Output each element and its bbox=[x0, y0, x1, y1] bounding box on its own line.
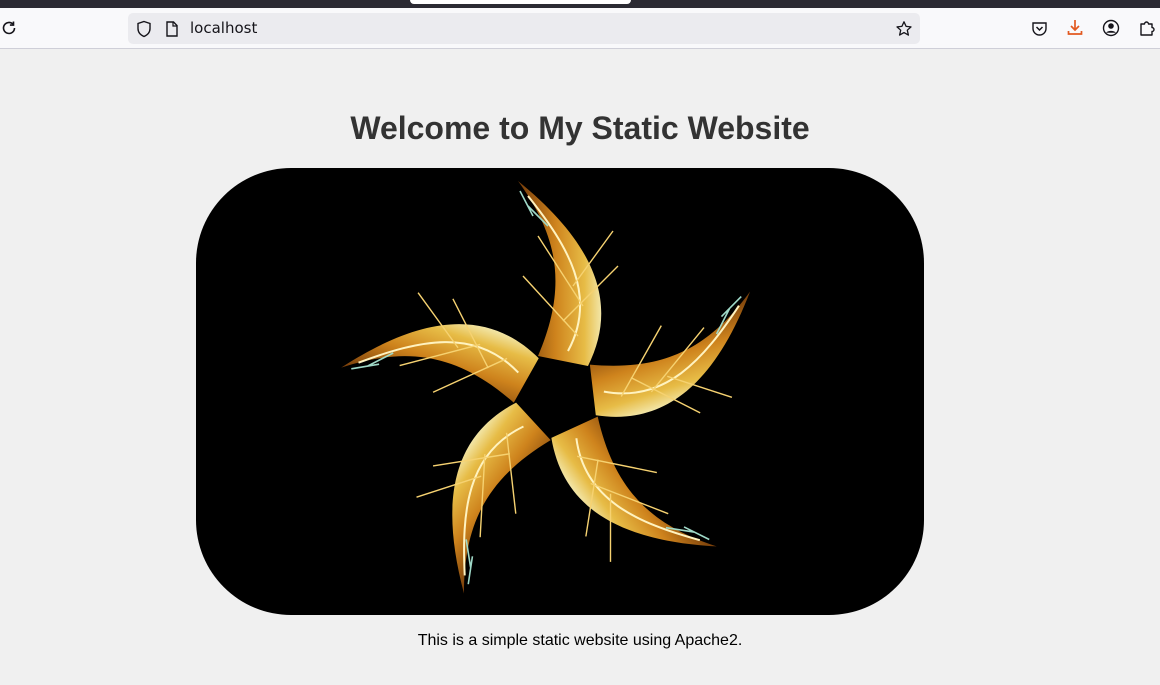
reload-icon[interactable] bbox=[0, 16, 21, 40]
page-icon[interactable] bbox=[160, 17, 184, 41]
tab-strip bbox=[0, 0, 1160, 8]
page-caption: This is a simple static website using Ap… bbox=[417, 632, 743, 649]
web-page: Welcome to My Static Website This is a s… bbox=[0, 49, 1160, 685]
url-text[interactable]: localhost bbox=[190, 19, 257, 38]
download-icon[interactable] bbox=[1063, 15, 1087, 39]
active-tab[interactable] bbox=[410, 0, 631, 4]
puzzle-icon[interactable] bbox=[1135, 16, 1159, 40]
shield-icon[interactable] bbox=[132, 17, 156, 41]
fractal-star-image bbox=[196, 168, 924, 615]
page-title: Welcome to My Static Website bbox=[350, 110, 810, 146]
account-icon[interactable] bbox=[1099, 16, 1123, 40]
browser-toolbar: localhost bbox=[0, 8, 1160, 49]
star-icon[interactable] bbox=[892, 17, 916, 41]
address-bar[interactable]: localhost bbox=[128, 13, 920, 44]
pocket-icon[interactable] bbox=[1027, 16, 1051, 40]
